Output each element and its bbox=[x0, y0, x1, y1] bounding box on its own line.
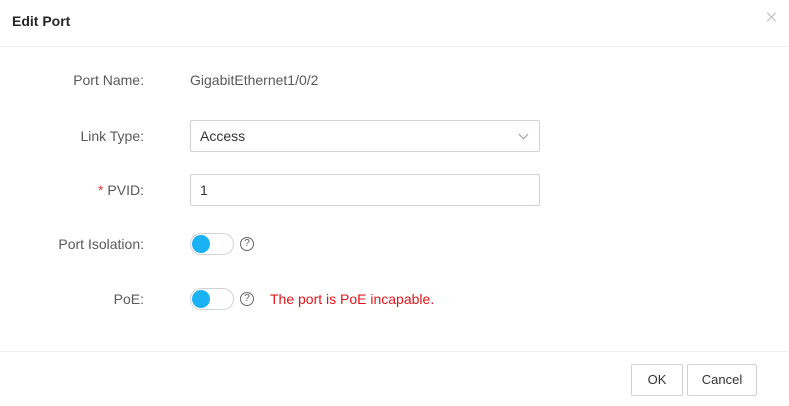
pvid-label-text: PVID: bbox=[107, 182, 144, 198]
port-name-label: Port Name: bbox=[73, 72, 144, 88]
port-isolation-toggle[interactable] bbox=[190, 233, 234, 255]
chevron-down-icon bbox=[518, 129, 529, 140]
pvid-input[interactable]: 1 bbox=[190, 174, 540, 206]
edit-port-dialog: Edit Port Port Name: GigabitEthernet1/0/… bbox=[0, 0, 789, 406]
help-icon[interactable]: ? bbox=[240, 292, 254, 306]
dialog-title: Edit Port bbox=[12, 13, 71, 29]
dialog-footer: OK Cancel bbox=[0, 351, 789, 406]
dialog-header: Edit Port bbox=[0, 0, 789, 47]
link-type-select[interactable]: Access bbox=[190, 120, 540, 152]
required-mark: * bbox=[97, 182, 104, 198]
port-name-value: GigabitEthernet1/0/2 bbox=[190, 72, 319, 88]
poe-toggle[interactable] bbox=[190, 288, 234, 310]
toggle-knob bbox=[192, 235, 210, 253]
poe-warning-message: The port is PoE incapable. bbox=[270, 291, 435, 307]
port-isolation-label: Port Isolation: bbox=[58, 236, 144, 252]
link-type-label: Link Type: bbox=[80, 128, 144, 144]
poe-label: PoE: bbox=[113, 291, 144, 307]
toggle-knob bbox=[192, 290, 210, 308]
close-icon[interactable] bbox=[766, 11, 778, 23]
link-type-value: Access bbox=[200, 128, 246, 144]
ok-button[interactable]: OK bbox=[631, 364, 683, 396]
pvid-value: 1 bbox=[200, 182, 208, 198]
help-icon[interactable]: ? bbox=[240, 237, 254, 251]
cancel-button[interactable]: Cancel bbox=[687, 364, 757, 396]
pvid-label: * PVID: bbox=[4, 182, 144, 198]
